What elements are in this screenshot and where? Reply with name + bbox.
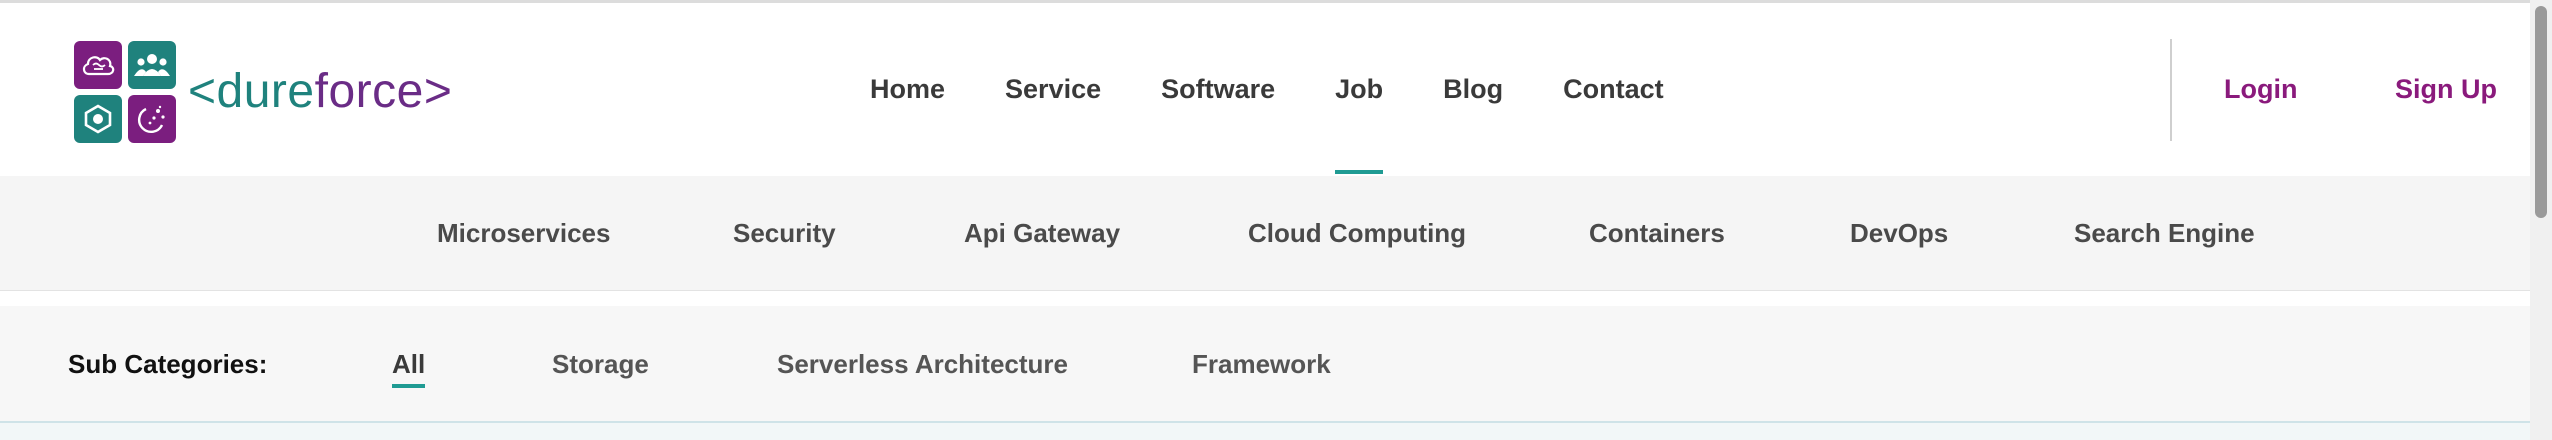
category-bar: Microservices Security Api Gateway Cloud… bbox=[0, 176, 2530, 291]
sub-categories-label: Sub Categories: bbox=[68, 306, 267, 422]
category-microservices[interactable]: Microservices bbox=[437, 176, 610, 290]
subcategory-serverless-architecture[interactable]: Serverless Architecture bbox=[777, 306, 1068, 422]
logo-force: force bbox=[314, 65, 424, 118]
category-search-engine[interactable]: Search Engine bbox=[2074, 176, 2255, 290]
nav-service[interactable]: Service bbox=[1005, 3, 1101, 176]
main-nav: Home Service Software Job Blog Contact bbox=[870, 3, 1724, 176]
sub-category-bar: Sub Categories: All Storage Serverless A… bbox=[0, 306, 2530, 422]
vertical-scrollbar[interactable] bbox=[2530, 0, 2552, 440]
sparkle-circle-icon bbox=[128, 95, 176, 143]
logo-dure: dure bbox=[216, 65, 315, 118]
nav-software[interactable]: Software bbox=[1161, 3, 1275, 176]
category-api-gateway[interactable]: Api Gateway bbox=[964, 176, 1120, 290]
site-header: <dureforce> Home Service Software Job Bl… bbox=[0, 3, 2530, 178]
nav-home[interactable]: Home bbox=[870, 3, 945, 176]
subcategory-storage[interactable]: Storage bbox=[552, 306, 649, 422]
category-cloud-computing[interactable]: Cloud Computing bbox=[1248, 176, 1466, 290]
subcategory-framework[interactable]: Framework bbox=[1192, 306, 1331, 422]
logo[interactable]: <dureforce> bbox=[74, 41, 452, 143]
category-security[interactable]: Security bbox=[733, 176, 836, 290]
logo-prefix: < bbox=[188, 65, 217, 118]
subcategory-all[interactable]: All bbox=[392, 306, 426, 422]
signup-link[interactable]: Sign Up bbox=[2395, 3, 2497, 176]
nav-blog[interactable]: Blog bbox=[1443, 3, 1503, 176]
hexagon-gear-icon bbox=[74, 95, 122, 143]
scrollbar-thumb[interactable] bbox=[2535, 6, 2547, 218]
logo-tiles bbox=[74, 41, 176, 143]
category-containers[interactable]: Containers bbox=[1589, 176, 1725, 290]
content-area bbox=[0, 423, 2530, 440]
cloud-brain-icon bbox=[74, 41, 122, 89]
nav-contact[interactable]: Contact bbox=[1563, 3, 1664, 176]
people-icon bbox=[128, 41, 176, 89]
logo-wordmark: <dureforce> bbox=[188, 68, 452, 116]
category-devops[interactable]: DevOps bbox=[1850, 176, 1948, 290]
logo-suffix: > bbox=[423, 65, 453, 118]
sub-categories-label-text: Sub Categories bbox=[68, 348, 259, 379]
sub-categories-label-colon: : bbox=[258, 348, 268, 379]
auth-divider bbox=[2170, 39, 2172, 141]
nav-job[interactable]: Job bbox=[1335, 3, 1384, 176]
login-link[interactable]: Login bbox=[2224, 3, 2297, 176]
